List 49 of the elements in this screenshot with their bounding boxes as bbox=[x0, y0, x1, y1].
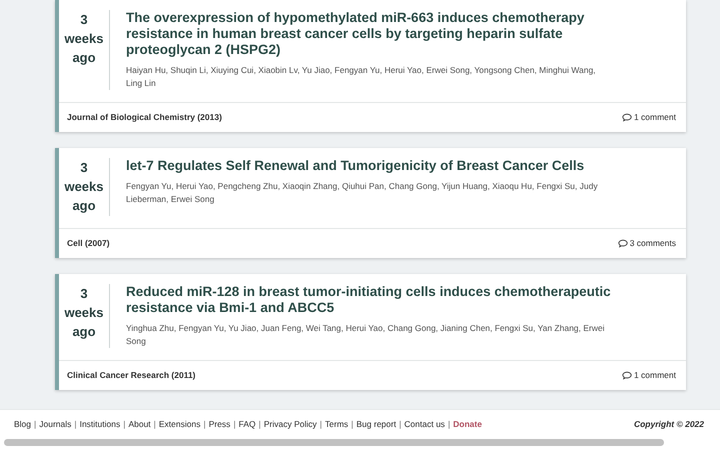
comment-icon bbox=[622, 370, 632, 380]
journal-text: Clinical Cancer Research (2011) bbox=[67, 370, 196, 380]
separator: | bbox=[34, 419, 36, 429]
footer-link[interactable]: Blog bbox=[14, 419, 32, 429]
age-text: weeks bbox=[64, 179, 104, 195]
age-text: ago bbox=[72, 50, 96, 66]
age-text: weeks bbox=[64, 305, 104, 321]
footer-link[interactable]: FAQ bbox=[238, 419, 256, 429]
comments-link[interactable]: 1 comment bbox=[634, 370, 676, 380]
separator: | bbox=[203, 419, 206, 429]
journal-text: Journal of Biological Chemistry (2013) bbox=[67, 112, 222, 122]
footer-link[interactable]: Press bbox=[208, 419, 230, 429]
separator: | bbox=[448, 419, 450, 429]
paper-title-link[interactable]: Reduced miR-128 in breast tumor-initiating cells induces chemotherapeutic resistance via Bmi-1 and ABCC5 bbox=[126, 284, 611, 316]
separator: | bbox=[233, 419, 236, 429]
age-text: ago bbox=[72, 324, 96, 340]
age-text: weeks bbox=[64, 31, 104, 47]
separator: | bbox=[123, 419, 126, 429]
age-text: 3 bbox=[80, 160, 88, 176]
footer-link[interactable]: Contact us bbox=[404, 419, 445, 429]
separator: | bbox=[351, 419, 354, 429]
age-text: ago bbox=[72, 198, 96, 214]
authors-text: Fengyan Yu, Herui Yao, Pengcheng Zhu, Xiaoqin Zhang, Qiuhui Pan, Chang Gong, Yijun Huang, Xiaoqu Hu, Fengxi Su, Judy Lieberman, Erwei Song bbox=[126, 180, 599, 206]
scrollbar-thumb[interactable] bbox=[4, 439, 664, 446]
comments-link[interactable]: 3 comments bbox=[630, 238, 676, 248]
authors-text: Yinghua Zhu, Fengyan Yu, Yu Jiao, Juan Feng, Wei Tang, Herui Yao, Chang Gong, Jianing Chen, Fengxi Su, Yan Zhang, Erwei Song bbox=[126, 322, 606, 348]
donate-link[interactable]: Donate bbox=[453, 419, 482, 429]
footer-link[interactable]: Bug report bbox=[356, 419, 396, 429]
journal-text: Cell (2007) bbox=[67, 238, 110, 248]
authors-text: Haiyan Hu, Shuqin Li, Xiuying Cui, Xiaobin Lv, Yu Jiao, Fengyan Yu, Herui Yao, Erwei Song, Yongsong Chen, Minghui Wang, Ling Lin bbox=[126, 64, 597, 90]
footer-link[interactable]: Journals bbox=[39, 419, 72, 429]
copyright-text: Copyright © 2022 bbox=[634, 419, 704, 429]
footer-link[interactable]: Extensions bbox=[158, 419, 200, 429]
age-text: 3 bbox=[80, 12, 88, 28]
separator: | bbox=[320, 419, 322, 429]
comment-icon bbox=[622, 112, 632, 122]
paper-title-link[interactable]: The overexpression of hypomethylated miR-663 induces chemotherapy resistance in human breast cancer cells by targeting heparin sulfate proteoglycan 2 (HSPG2) bbox=[126, 10, 611, 58]
separator: | bbox=[74, 419, 77, 429]
footer-link[interactable]: Privacy Policy bbox=[264, 419, 317, 429]
paper-title-link[interactable]: let-7 Regulates Self Renewal and Tumorigenicity of Breast Cancer Cells bbox=[126, 158, 611, 174]
separator: | bbox=[399, 419, 402, 429]
footer-link[interactable]: About bbox=[128, 419, 151, 429]
comments-link[interactable]: 1 comment bbox=[634, 112, 676, 122]
footer-link[interactable]: Terms bbox=[325, 419, 348, 429]
separator: | bbox=[258, 419, 261, 429]
age-text: 3 bbox=[80, 286, 88, 302]
separator: | bbox=[154, 419, 156, 429]
footer-link[interactable]: Institutions bbox=[80, 419, 120, 429]
comment-icon bbox=[618, 238, 628, 248]
